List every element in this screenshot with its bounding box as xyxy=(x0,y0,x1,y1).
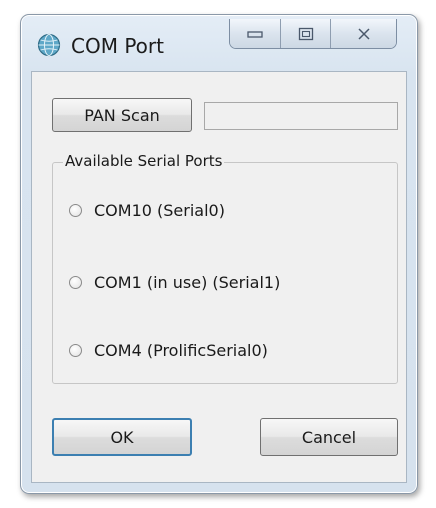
globe-icon xyxy=(37,33,61,57)
title-bar[interactable]: COM Port xyxy=(21,15,417,69)
dialog-client-area: PAN Scan Available Serial Ports COM10 (S… xyxy=(31,71,407,483)
pan-scan-result-field xyxy=(204,102,398,130)
port-option-com1[interactable]: COM1 (in use) (Serial1) xyxy=(69,273,280,292)
port-option-com10[interactable]: COM10 (Serial0) xyxy=(69,201,225,220)
available-serial-ports-group: Available Serial Ports COM10 (Serial0) C… xyxy=(52,152,398,384)
minimize-icon xyxy=(247,29,263,39)
window-title: COM Port xyxy=(71,34,164,58)
radio-button[interactable] xyxy=(69,276,82,289)
group-label: Available Serial Ports xyxy=(63,152,225,170)
pan-scan-button[interactable]: PAN Scan xyxy=(52,98,192,132)
close-icon xyxy=(357,27,371,41)
close-button[interactable] xyxy=(331,19,396,48)
cancel-button[interactable]: Cancel xyxy=(260,418,398,456)
minimize-button[interactable] xyxy=(230,19,281,48)
ok-button[interactable]: OK xyxy=(52,418,192,456)
port-option-com4[interactable]: COM4 (ProlificSerial0) xyxy=(69,341,268,360)
caption-buttons xyxy=(229,19,397,49)
maximize-button[interactable] xyxy=(280,19,332,48)
port-option-label: COM1 (in use) (Serial1) xyxy=(94,273,281,292)
radio-button[interactable] xyxy=(69,204,82,217)
radio-button[interactable] xyxy=(69,344,82,357)
com-port-dialog: COM Port PAN Scan Available Serial Ports… xyxy=(20,14,418,494)
port-option-label: COM4 (ProlificSerial0) xyxy=(94,341,268,360)
maximize-icon xyxy=(298,27,314,41)
port-option-label: COM10 (Serial0) xyxy=(94,201,225,220)
